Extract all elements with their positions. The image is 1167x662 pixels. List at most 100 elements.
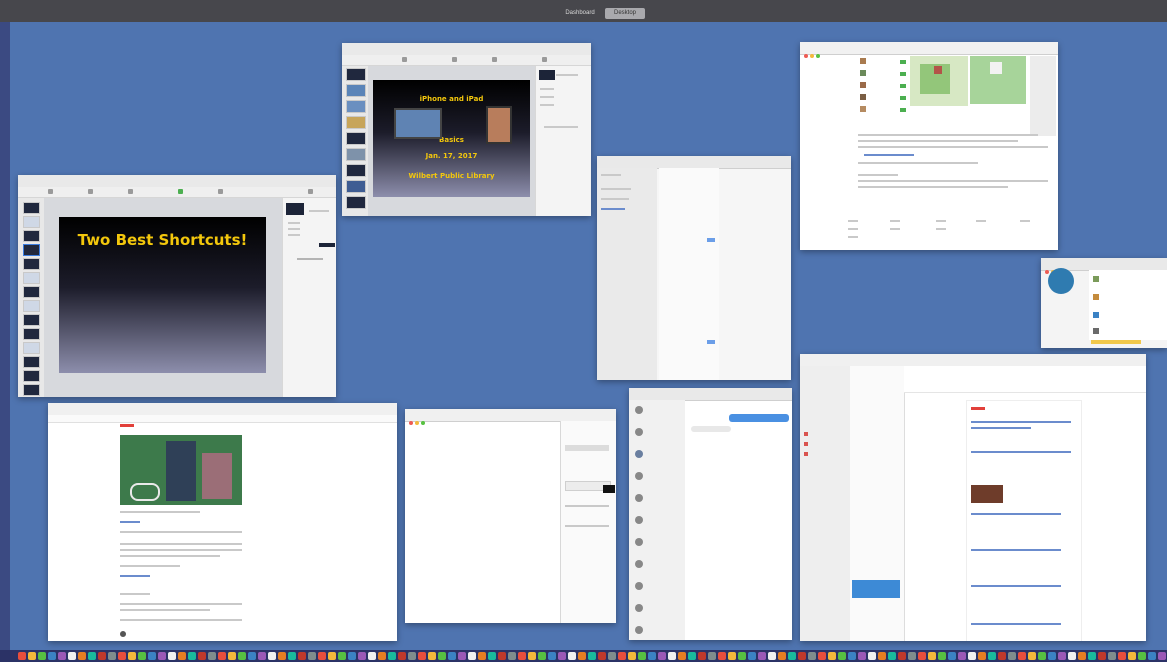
dock-app-icon[interactable] <box>858 652 866 660</box>
dock-app-icon[interactable] <box>508 652 516 660</box>
dock-app-icon[interactable] <box>728 652 736 660</box>
slide-thumbnail[interactable] <box>346 148 366 161</box>
dock-app-icon[interactable] <box>1048 652 1056 660</box>
dock-app-icon[interactable] <box>168 652 176 660</box>
dock-app-icon[interactable] <box>848 652 856 660</box>
slide-thumbnail[interactable] <box>346 68 366 81</box>
dock-app-icon[interactable] <box>328 652 336 660</box>
dock-app-icon[interactable] <box>58 652 66 660</box>
dock-app-icon[interactable] <box>478 652 486 660</box>
slide-thumbnail[interactable] <box>23 216 40 228</box>
dock-app-icon[interactable] <box>218 652 226 660</box>
dock-app-icon[interactable] <box>958 652 966 660</box>
slide-thumbnail[interactable] <box>23 342 40 354</box>
toolbar-icon[interactable] <box>218 189 223 194</box>
toolbar-icon[interactable] <box>178 189 183 194</box>
dock-app-icon[interactable] <box>818 652 826 660</box>
document-window[interactable] <box>405 409 616 623</box>
dock-app-icon[interactable] <box>528 652 536 660</box>
window-titlebar[interactable] <box>800 42 1058 58</box>
dock-app-icon[interactable] <box>398 652 406 660</box>
dock-app-icon[interactable] <box>498 652 506 660</box>
dock-app-icon[interactable] <box>298 652 306 660</box>
dock-app-icon[interactable] <box>798 652 806 660</box>
dock-app-icon[interactable] <box>258 652 266 660</box>
slide-thumbnail[interactable] <box>23 286 40 298</box>
dock-app-icon[interactable] <box>368 652 376 660</box>
dock-app-icon[interactable] <box>588 652 596 660</box>
slide-thumbnail[interactable] <box>346 196 366 209</box>
dock-app-icon[interactable] <box>418 652 426 660</box>
dock-app-icon[interactable] <box>278 652 286 660</box>
dock-app-icon[interactable] <box>658 652 666 660</box>
slide-thumbnail[interactable] <box>23 314 40 326</box>
dock-app-icon[interactable] <box>808 652 816 660</box>
dock-app-icon[interactable] <box>118 652 126 660</box>
dock-app-icon[interactable] <box>768 652 776 660</box>
toolbar-icon[interactable] <box>542 57 547 62</box>
toolbar-icon[interactable] <box>128 189 133 194</box>
news-thumbnail[interactable] <box>971 485 1003 503</box>
dock-app-icon[interactable] <box>1028 652 1036 660</box>
keynote-window-second[interactable]: iPhone and iPad Basics Jan. 17, 2017 Wil… <box>342 43 591 216</box>
dock-app-icon[interactable] <box>978 652 986 660</box>
dock-app-icon[interactable] <box>838 652 846 660</box>
toolbar-icon[interactable] <box>48 189 53 194</box>
selected-message[interactable] <box>852 580 900 598</box>
dock-app-icon[interactable] <box>908 652 916 660</box>
toolbar-icon[interactable] <box>452 57 457 62</box>
color-well[interactable] <box>603 485 615 493</box>
dock-app-icon[interactable] <box>518 652 526 660</box>
dock-app-icon[interactable] <box>108 652 116 660</box>
dock-app-icon[interactable] <box>548 652 556 660</box>
dock-app-icon[interactable] <box>1008 652 1016 660</box>
dock-app-icon[interactable] <box>248 652 256 660</box>
dock-app-icon[interactable] <box>318 652 326 660</box>
dock-app-icon[interactable] <box>1018 652 1026 660</box>
slide-thumbnail[interactable] <box>23 328 40 340</box>
dock-app-icon[interactable] <box>158 652 166 660</box>
browser-window-news[interactable] <box>48 403 397 641</box>
dock-app-icon[interactable] <box>618 652 626 660</box>
map-view[interactable] <box>910 56 968 106</box>
dock-app-icon[interactable] <box>458 652 466 660</box>
toolbar-icon[interactable] <box>88 189 93 194</box>
slide-thumbnail[interactable] <box>23 230 40 242</box>
style-select[interactable] <box>565 445 609 451</box>
dock-app-icon[interactable] <box>78 652 86 660</box>
slide-thumbnail[interactable] <box>23 202 40 214</box>
color-well[interactable] <box>319 243 335 247</box>
dock-app-icon[interactable] <box>828 652 836 660</box>
slide-thumbnail[interactable] <box>346 84 366 97</box>
calendar-window[interactable] <box>800 42 1058 250</box>
dock-app-icon[interactable] <box>1138 652 1146 660</box>
slide-thumbnail[interactable] <box>346 164 366 177</box>
messages-window[interactable] <box>629 388 792 640</box>
dock-app-icon[interactable] <box>638 652 646 660</box>
dock-app-icon[interactable] <box>688 652 696 660</box>
dock-app-icon[interactable] <box>568 652 576 660</box>
dock-app-icon[interactable] <box>708 652 716 660</box>
dock-app-icon[interactable] <box>148 652 156 660</box>
dock-app-icon[interactable] <box>288 652 296 660</box>
dock-app-icon[interactable] <box>898 652 906 660</box>
slide-thumbnail[interactable] <box>346 132 366 145</box>
dock-app-icon[interactable] <box>1128 652 1136 660</box>
dock-app-icon[interactable] <box>68 652 76 660</box>
slide-thumbnail[interactable] <box>23 384 40 396</box>
dock-app-icon[interactable] <box>1118 652 1126 660</box>
dock-app-icon[interactable] <box>1158 652 1166 660</box>
toggle[interactable] <box>707 340 715 344</box>
dock-app-icon[interactable] <box>558 652 566 660</box>
dock-app-icon[interactable] <box>388 652 396 660</box>
slide-thumbnail[interactable] <box>346 116 366 129</box>
dock-app-icon[interactable] <box>348 652 356 660</box>
mail-window[interactable] <box>800 354 1146 641</box>
dock-app-icon[interactable] <box>538 652 546 660</box>
dock-app-icon[interactable] <box>948 652 956 660</box>
dock-app-icon[interactable] <box>1098 652 1106 660</box>
dock-app-icon[interactable] <box>868 652 876 660</box>
dock-app-icon[interactable] <box>1148 652 1156 660</box>
dock-app-icon[interactable] <box>38 652 46 660</box>
slide-thumbnail[interactable] <box>23 370 40 382</box>
